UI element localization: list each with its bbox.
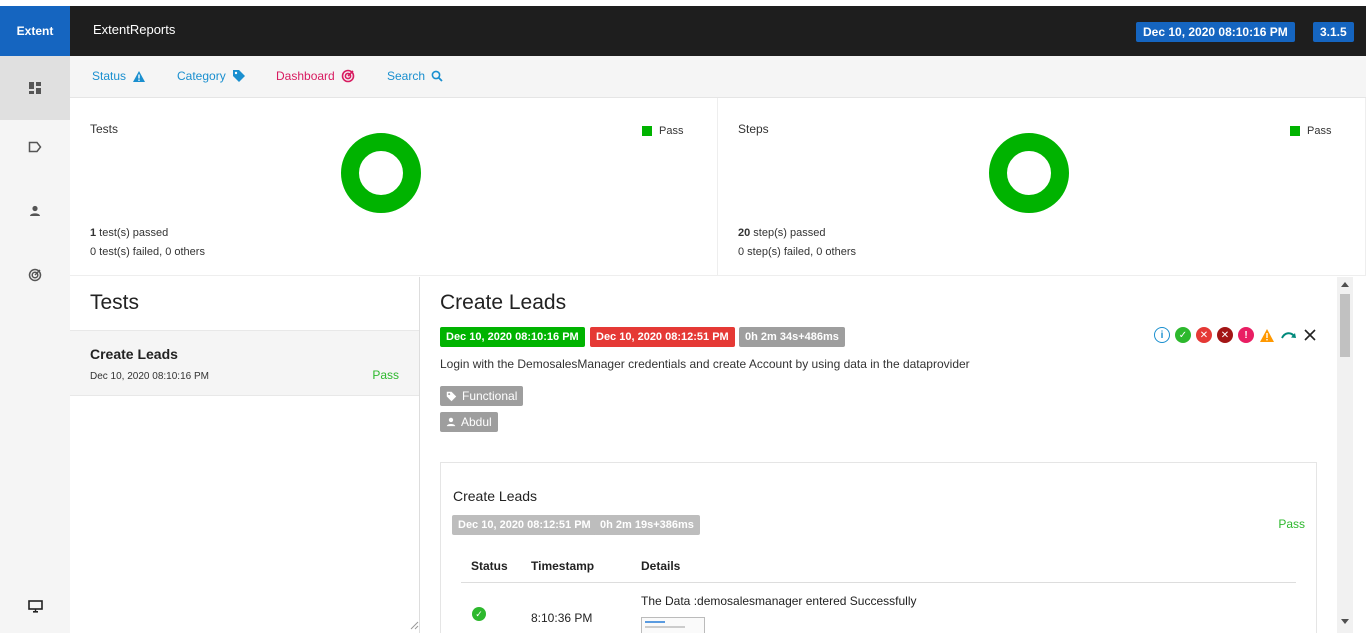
tests-failed-summary: 0 test(s) failed, 0 others [90,246,205,258]
nav-dashboard[interactable]: Dashboard [276,69,355,83]
search-icon [431,70,443,82]
test-time: Dec 10, 2020 08:10:16 PM [90,371,209,382]
resize-grip-icon[interactable] [409,620,419,630]
detail-scrollbar[interactable] [1337,277,1353,633]
author-tag[interactable]: Abdul [440,412,498,432]
legend-pass-swatch [1290,126,1300,136]
test-status: Pass [372,368,399,382]
tests-card-title: Tests [90,122,119,136]
node-title: Create Leads [453,488,538,504]
tag-icon [232,70,245,82]
scroll-up-arrow-icon[interactable] [1341,282,1349,287]
tests-passed-summary: 1 test(s) passed [90,227,168,239]
scroll-down-arrow-icon[interactable] [1341,619,1349,624]
tag-icon [446,391,457,401]
pass-check-icon[interactable]: ✓ [1175,327,1191,343]
node-end-time-badge: Dec 10, 2020 08:12:51 PM [452,515,597,535]
steps-summary-card: Steps Pass 20 step(s) passed 0 step(s) f… [718,98,1366,276]
monitor-icon [27,599,43,613]
sidebar-item-dashboard[interactable] [0,56,70,120]
warning-triangle-icon [133,70,146,82]
steps-passed-summary: 20 step(s) passed [738,227,825,239]
tests-legend: Pass [642,125,683,137]
tests-donut-pass-arc [341,133,421,213]
screenshot-thumbnail[interactable] [641,617,705,633]
sidebar-item-author[interactable] [0,179,70,243]
person-icon [30,205,40,216]
detail-title: Create Leads [440,291,567,314]
tests-donut-chart [341,133,421,213]
dashboard-grid-icon [29,82,41,94]
node-duration-badge: 0h 2m 19s+386ms [594,515,700,535]
steps-card-title: Steps [738,122,769,136]
status-filter-icons: i ✓ ✕ ✕ ! [1154,327,1317,343]
table-header-divider [461,582,1296,583]
steps-donut-chart [989,133,1069,213]
steps-passed-text: step(s) passed [750,227,826,239]
node-status: Pass [1278,517,1305,531]
nav-search[interactable]: Search [387,69,443,83]
start-time-badge: Dec 10, 2020 08:10:16 PM [440,327,585,347]
tests-legend-label: Pass [659,125,684,137]
duration-badge: 0h 2m 34s+486ms [739,327,845,347]
close-icon[interactable] [1303,328,1317,342]
info-icon[interactable]: i [1154,327,1170,343]
scrollbar-thumb[interactable] [1340,294,1350,357]
column-header-status: Status [471,559,508,573]
nav-category-label: Category [177,69,226,83]
header-bar: Extent ExtentReports Dec 10, 2020 08:10:… [0,6,1366,56]
category-tag-label: Functional [462,389,518,403]
category-tag[interactable]: Functional [440,386,524,406]
row-details: The Data :demosalesmanager entered Succe… [641,594,917,608]
steps-legend: Pass [1290,125,1331,137]
tag-outline-icon [28,141,42,153]
test-list-item[interactable]: Create Leads Dec 10, 2020 08:10:16 PM Pa… [70,330,419,396]
brand-logo[interactable]: Extent [0,6,70,56]
sidebar-item-category[interactable] [0,115,70,179]
radar-icon [341,69,355,83]
steps-passed-count: 20 [738,227,751,239]
tests-passed-text: test(s) passed [96,227,169,239]
sidebar [0,56,70,633]
legend-pass-swatch [642,126,652,136]
version-badge: 3.1.5 [1313,22,1354,42]
test-detail-panel: Create Leads Dec 10, 2020 08:10:16 PM De… [421,277,1337,633]
person-icon [446,417,456,427]
nav-search-label: Search [387,69,426,83]
app-title: ExtentReports [93,22,176,37]
radar-icon [28,268,42,282]
end-time-badge: Dec 10, 2020 08:12:51 PM [590,327,735,347]
top-nav: Status Category Dashboard Search [70,56,1366,98]
column-header-timestamp: Timestamp [531,559,595,573]
sidebar-item-environment[interactable] [0,574,70,638]
test-node-card: Create Leads Dec 10, 2020 08:12:51 PM 0h… [440,462,1317,633]
fatal-icon[interactable]: ✕ [1217,327,1233,343]
test-description: Login with the DemosalesManager credenti… [440,357,970,371]
tests-summary-card: Tests Pass 1 test(s) passed 0 test(s) fa… [70,98,718,276]
run-time-badge: Dec 10, 2020 08:10:16 PM [1136,22,1295,42]
test-list-heading: Tests [90,291,140,314]
steps-failed-summary: 0 step(s) failed, 0 others [738,246,857,258]
pass-check-icon: ✓ [472,607,486,621]
column-header-details: Details [641,559,681,573]
row-timestamp: 8:10:36 PM [531,611,593,625]
nav-dashboard-label: Dashboard [276,69,335,83]
steps-legend-label: Pass [1307,125,1332,137]
warning-icon[interactable] [1259,328,1275,343]
nav-category[interactable]: Category [177,69,246,83]
fail-icon[interactable]: ✕ [1196,327,1212,343]
author-tag-label: Abdul [461,415,492,429]
nav-status[interactable]: Status [92,69,146,83]
skip-icon[interactable] [1280,329,1298,341]
sidebar-item-dashboard-view[interactable] [0,243,70,307]
nav-status-label: Status [92,69,127,83]
steps-donut-pass-arc [989,133,1069,213]
test-name: Create Leads [90,346,178,362]
test-list-panel: Tests Create Leads Dec 10, 2020 08:10:16… [70,277,420,633]
error-icon[interactable]: ! [1238,327,1254,343]
